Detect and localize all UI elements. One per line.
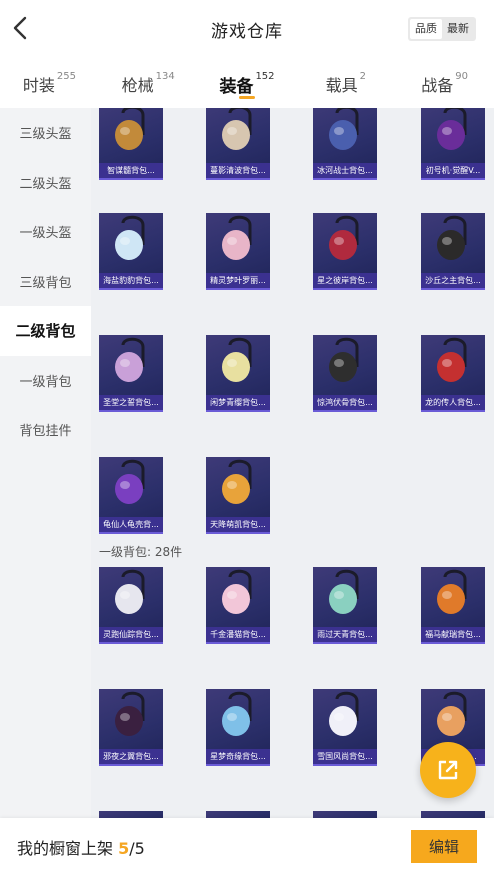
backpack-icon xyxy=(109,459,153,504)
item-card-label: 精灵梦叶罗丽... xyxy=(206,273,270,288)
backpack-icon xyxy=(431,108,475,150)
sidebar-item-helmet-3[interactable]: 三级头盔 xyxy=(0,108,91,158)
item-card[interactable]: 初号机·觉醒V... xyxy=(421,108,485,180)
backpack-icon xyxy=(431,215,475,260)
backpack-icon xyxy=(216,691,260,736)
item-card-label: 星之彼岸背包... xyxy=(313,273,377,288)
item-card-label: 惊鸿伏骨背包... xyxy=(313,395,377,410)
item-card[interactable] xyxy=(206,811,270,818)
backpack-icon xyxy=(323,569,367,614)
item-card[interactable]: 雨过天青背包... xyxy=(313,567,377,644)
item-card-label: 龙的传人背包... xyxy=(421,395,485,410)
sidebar-item-backpack-3[interactable]: 三级背包 xyxy=(0,257,91,307)
backpack-icon xyxy=(109,691,153,736)
item-card[interactable]: 龟仙人龟壳背... xyxy=(99,457,163,534)
backpack-icon xyxy=(323,691,367,736)
back-button[interactable] xyxy=(8,14,32,42)
item-card[interactable]: 福马献瑞背包... xyxy=(421,567,485,644)
backpack-icon xyxy=(431,691,475,736)
item-card[interactable]: 千金潘猫背包... xyxy=(206,567,270,644)
tab-guns[interactable]: 枪械 134 xyxy=(99,58,198,108)
item-card[interactable]: 天降萌凯背包... xyxy=(206,457,270,534)
sidebar-item-backpack-2[interactable]: 二级背包 xyxy=(0,306,91,356)
item-card-label: 星梦奇缘背包... xyxy=(206,749,270,764)
backpack-icon xyxy=(109,569,153,614)
sidebar-item-backpack-pendant[interactable]: 背包挂件 xyxy=(0,405,91,455)
item-grid: 智谋髓背包... 蔓影清波背包... 冰河战士背包... 初号机·觉醒V... 海盐豹豹… xyxy=(91,108,494,818)
item-card[interactable]: 闲梦青缨背包... xyxy=(206,335,270,412)
backpack-icon xyxy=(216,459,260,504)
backpack-icon xyxy=(216,108,260,150)
group-label-backpack-1: 一级背包: 28件 xyxy=(99,545,183,559)
edit-button[interactable]: 编辑 xyxy=(411,830,477,863)
backpack-icon xyxy=(323,337,367,382)
backpack-icon xyxy=(216,337,260,382)
backpack-icon xyxy=(109,215,153,260)
tab-fashion[interactable]: 时装 255 xyxy=(0,58,99,108)
item-card[interactable]: 灵跑仙踪背包... xyxy=(99,567,163,644)
item-card-label: 沙丘之主背包... xyxy=(421,273,485,288)
sort-toggle[interactable]: 品质 最新 xyxy=(408,17,476,41)
backpack-icon xyxy=(431,337,475,382)
item-card-label: 海盐豹豹背包... xyxy=(99,273,163,288)
item-card[interactable]: 沙丘之主背包... xyxy=(421,213,485,290)
item-card[interactable]: 圣堂之誓背包... xyxy=(99,335,163,412)
sort-quality-button[interactable]: 品质 xyxy=(410,19,442,39)
item-card[interactable]: 精灵梦叶罗丽... xyxy=(206,213,270,290)
item-card[interactable]: 星之彼岸背包... xyxy=(313,213,377,290)
item-card[interactable]: 智谋髓背包... xyxy=(99,108,163,180)
backpack-icon xyxy=(323,215,367,260)
category-tabs: 时装 255 枪械 134 装备 152 载具 2 战备 90 xyxy=(0,58,494,108)
item-card[interactable]: 龙的传人背包... xyxy=(421,335,485,412)
tab-vehicles[interactable]: 载具 2 xyxy=(296,58,395,108)
item-card[interactable]: 冰河战士背包... xyxy=(313,108,377,180)
item-card-label: 邪夜之翼背包... xyxy=(99,749,163,764)
item-card-label: 灵跑仙踪背包... xyxy=(99,627,163,642)
header: 游戏仓库 品质 最新 xyxy=(0,0,494,58)
item-card-label: 闲梦青缨背包... xyxy=(206,395,270,410)
backpack-icon xyxy=(323,108,367,150)
sort-latest-button[interactable]: 最新 xyxy=(442,19,474,39)
item-card-label: 冰河战士背包... xyxy=(313,163,377,178)
item-card[interactable] xyxy=(421,811,485,818)
chevron-left-icon xyxy=(13,16,27,40)
item-card[interactable] xyxy=(99,811,163,818)
backpack-icon xyxy=(109,108,153,150)
item-card-label: 福马献瑞背包... xyxy=(421,627,485,642)
sidebar-item-backpack-1[interactable]: 一级背包 xyxy=(0,356,91,406)
item-card-label: 初号机·觉醒V... xyxy=(421,163,485,178)
item-card[interactable]: 蔓影清波背包... xyxy=(206,108,270,180)
backpack-icon xyxy=(216,215,260,260)
backpack-icon xyxy=(109,337,153,382)
item-card[interactable]: 星梦奇缘背包... xyxy=(206,689,270,766)
item-card-label: 千金潘猫背包... xyxy=(206,627,270,642)
showcase-bar: 我的橱窗上架 5/5 编辑 xyxy=(0,818,494,875)
item-card-label: 龟仙人龟壳背... xyxy=(99,517,163,532)
tab-supplies[interactable]: 战备 90 xyxy=(395,58,494,108)
showcase-status: 我的橱窗上架 5/5 xyxy=(17,838,145,858)
item-card[interactable]: 邪夜之翼背包... xyxy=(99,689,163,766)
share-icon xyxy=(438,760,458,780)
item-card[interactable] xyxy=(313,811,377,818)
sidebar-item-helmet-2[interactable]: 二级头盔 xyxy=(0,158,91,208)
item-card-label: 圣堂之誓背包... xyxy=(99,395,163,410)
item-card[interactable]: 海盐豹豹背包... xyxy=(99,213,163,290)
tab-equipment[interactable]: 装备 152 xyxy=(198,58,297,108)
item-card[interactable]: 惊鸿伏骨背包... xyxy=(313,335,377,412)
item-card[interactable]: 雪国风尚背包... xyxy=(313,689,377,766)
item-card-label: 雨过天青背包... xyxy=(313,627,377,642)
sidebar-item-helmet-1[interactable]: 一级头盔 xyxy=(0,207,91,257)
backpack-icon xyxy=(431,569,475,614)
item-card-label: 智谋髓背包... xyxy=(99,163,163,178)
active-tab-indicator xyxy=(238,96,255,99)
backpack-icon xyxy=(216,569,260,614)
item-card-label: 雪国风尚背包... xyxy=(313,749,377,764)
item-card-label: 天降萌凯背包... xyxy=(206,517,270,532)
page-title: 游戏仓库 xyxy=(211,21,283,42)
item-card-label: 蔓影清波背包... xyxy=(206,163,270,178)
share-button[interactable] xyxy=(420,742,476,798)
sidebar: 三级头盔 二级头盔 一级头盔 三级背包 二级背包 一级背包 背包挂件 xyxy=(0,108,91,818)
